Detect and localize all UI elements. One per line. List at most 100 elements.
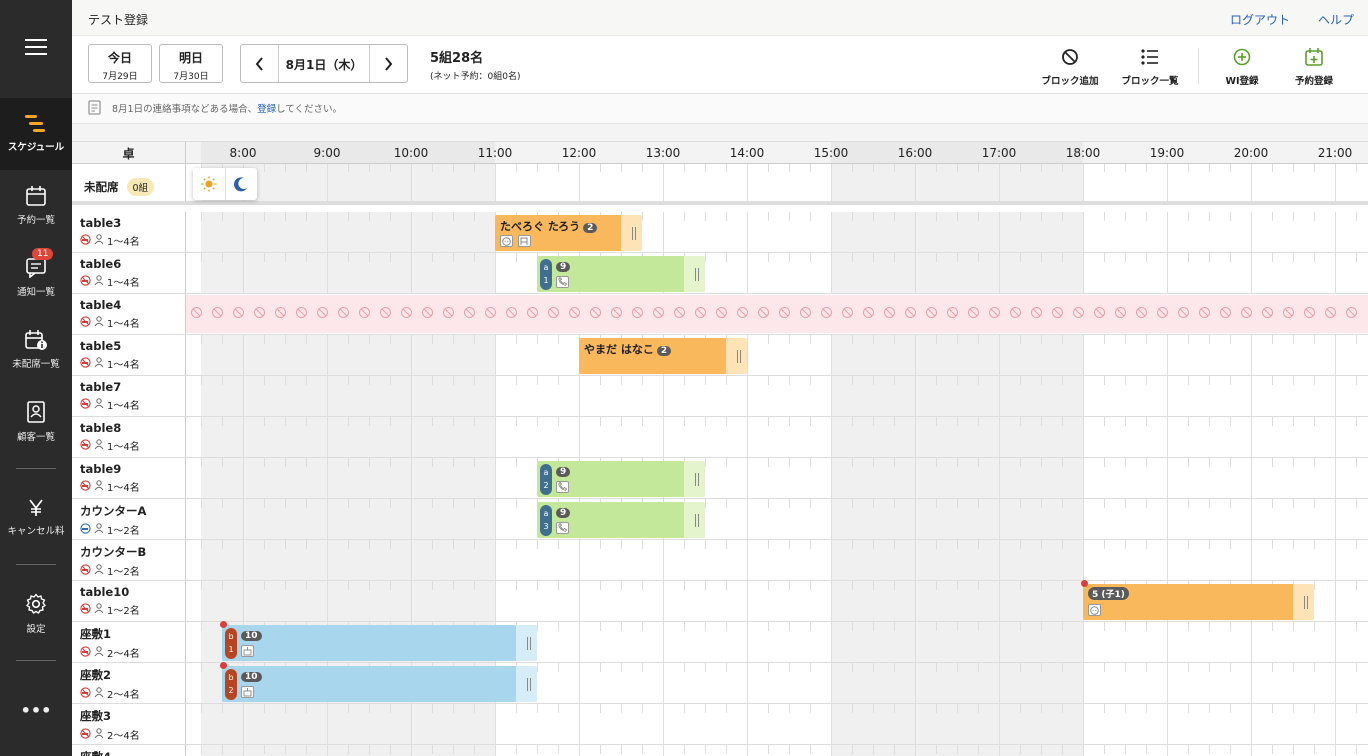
quarter-gridline xyxy=(474,540,475,549)
quarter-gridline xyxy=(1209,622,1210,631)
quarter-gridline xyxy=(369,540,370,549)
time-tick-label: 13:00 xyxy=(645,146,681,160)
quarter-gridline xyxy=(537,704,538,713)
more-icon[interactable]: ••• xyxy=(0,674,72,746)
quarter-gridline xyxy=(957,622,958,631)
quarter-gridline xyxy=(264,704,265,713)
next-day-button[interactable] xyxy=(369,45,407,82)
quarter-gridline xyxy=(201,499,202,508)
blocked-time-strip[interactable] xyxy=(186,295,1368,333)
quarter-gridline xyxy=(306,499,307,508)
block-icon xyxy=(942,295,963,333)
note-register-link[interactable]: 登録 xyxy=(257,104,276,115)
reservation-block[interactable]: b 2 10 xyxy=(222,666,537,702)
reservation-block[interactable]: a39 xyxy=(537,502,705,538)
resize-handle[interactable] xyxy=(695,514,699,527)
quarter-gridline xyxy=(1125,335,1126,344)
quarter-gridline xyxy=(558,417,559,426)
sidebar-item-unassigned[interactable]: 未配席一覧 xyxy=(0,314,72,386)
quarter-gridline xyxy=(432,376,433,385)
walkin-button[interactable]: WI登録 xyxy=(1204,46,1280,87)
quarter-gridline xyxy=(1293,376,1294,385)
no-smoking-icon xyxy=(80,233,91,248)
hour-gridline xyxy=(495,253,496,293)
block-add-button[interactable]: ブロック追加 xyxy=(1032,46,1108,87)
quarter-gridline xyxy=(894,663,895,672)
quarter-gridline xyxy=(768,376,769,385)
sidebar-item-schedule[interactable]: スケジュール xyxy=(0,98,72,170)
quarter-gridline xyxy=(1188,212,1189,221)
tomorrow-button[interactable]: 明日 7月30日 xyxy=(159,44,223,83)
sidebar-item-settings[interactable]: 設定 xyxy=(0,578,72,650)
quarter-gridline xyxy=(1230,253,1231,262)
reservation-body xyxy=(222,625,516,661)
quarter-gridline xyxy=(453,458,454,467)
quarter-gridline xyxy=(789,663,790,672)
hour-gridline xyxy=(831,458,832,498)
calendar-icon xyxy=(26,186,46,206)
calendar-plus-icon xyxy=(1305,48,1323,66)
hour-gridline xyxy=(1251,253,1252,293)
prev-day-button[interactable] xyxy=(241,45,279,82)
quarter-gridline xyxy=(789,376,790,385)
capacity-text: 1〜4名 xyxy=(107,319,140,330)
quarter-gridline xyxy=(1209,253,1210,262)
quarter-gridline xyxy=(1146,335,1147,344)
resize-handle[interactable] xyxy=(632,227,636,240)
hour-gridline xyxy=(411,745,412,756)
resize-handle[interactable] xyxy=(695,268,699,281)
course-index: 3 xyxy=(543,522,549,531)
logout-link[interactable]: ログアウト xyxy=(1230,11,1290,28)
block-list-button[interactable]: ブロック一覧 xyxy=(1112,46,1188,87)
resize-handle[interactable] xyxy=(737,350,741,363)
hour-gridline xyxy=(579,376,580,416)
quarter-gridline xyxy=(558,581,559,590)
sidebar-item-notifications[interactable]: 11 通知一覧 xyxy=(0,242,72,314)
quarter-gridline xyxy=(621,745,622,754)
quarter-gridline xyxy=(474,253,475,262)
reservation-block[interactable]: b 1 10 xyxy=(222,625,537,661)
resize-handle[interactable] xyxy=(527,637,531,650)
reservation-block[interactable]: 5 (子1) xyxy=(1083,584,1314,620)
guest-count-badge: 9 xyxy=(556,262,571,272)
sidebar-item-reservation-list[interactable]: 予約一覧 xyxy=(0,170,72,242)
today-button[interactable]: 今日 7月29日 xyxy=(88,44,152,83)
reservation-block[interactable]: a29 xyxy=(537,461,705,497)
quarter-gridline xyxy=(201,745,202,754)
quarter-gridline xyxy=(642,704,643,713)
resize-handle[interactable] xyxy=(1304,596,1308,609)
quarter-gridline xyxy=(1020,581,1021,590)
help-link[interactable]: ヘルプ xyxy=(1318,11,1354,28)
resize-handle[interactable] xyxy=(527,678,531,691)
quarter-gridline xyxy=(936,663,937,672)
reservation-block[interactable]: たべろぐ たろう 2 xyxy=(495,215,642,251)
quarter-gridline xyxy=(1272,164,1273,173)
moon-icon[interactable] xyxy=(226,168,258,200)
sidebar-item-cancel-fee[interactable]: キャンセル料 xyxy=(0,482,72,554)
quarter-gridline xyxy=(516,376,517,385)
course-pill: b2 xyxy=(225,669,237,700)
hour-gridline xyxy=(663,417,664,457)
resize-handle[interactable] xyxy=(695,473,699,486)
table-row: table3 1〜4名 たべろぐ たろう 2 xyxy=(72,212,1368,253)
current-date[interactable]: 8月1日（木） xyxy=(279,56,369,73)
reservation-block[interactable]: やまだ はなこ 2 xyxy=(579,338,747,374)
reservation-block[interactable]: a19 xyxy=(537,256,705,292)
quarter-gridline xyxy=(642,540,643,549)
quarter-gridline xyxy=(1062,164,1063,173)
quarter-gridline xyxy=(810,540,811,549)
hour-gridline xyxy=(243,581,244,621)
reserve-button[interactable]: 予約登録 xyxy=(1276,46,1352,87)
quarter-gridline xyxy=(432,335,433,344)
quarter-gridline xyxy=(558,622,559,631)
sun-icon[interactable] xyxy=(193,168,226,200)
quarter-gridline xyxy=(726,540,727,549)
table-name: table10 xyxy=(80,585,130,599)
time-tick-label: 8:00 xyxy=(229,146,257,160)
sidebar-item-customers[interactable]: 顧客一覧 xyxy=(0,386,72,458)
table-capacity: 2〜4名 xyxy=(80,645,185,660)
hamburger-menu-icon[interactable] xyxy=(0,0,72,94)
phone-icon xyxy=(556,481,569,493)
quarter-gridline xyxy=(222,335,223,344)
quarter-gridline xyxy=(1272,335,1273,344)
